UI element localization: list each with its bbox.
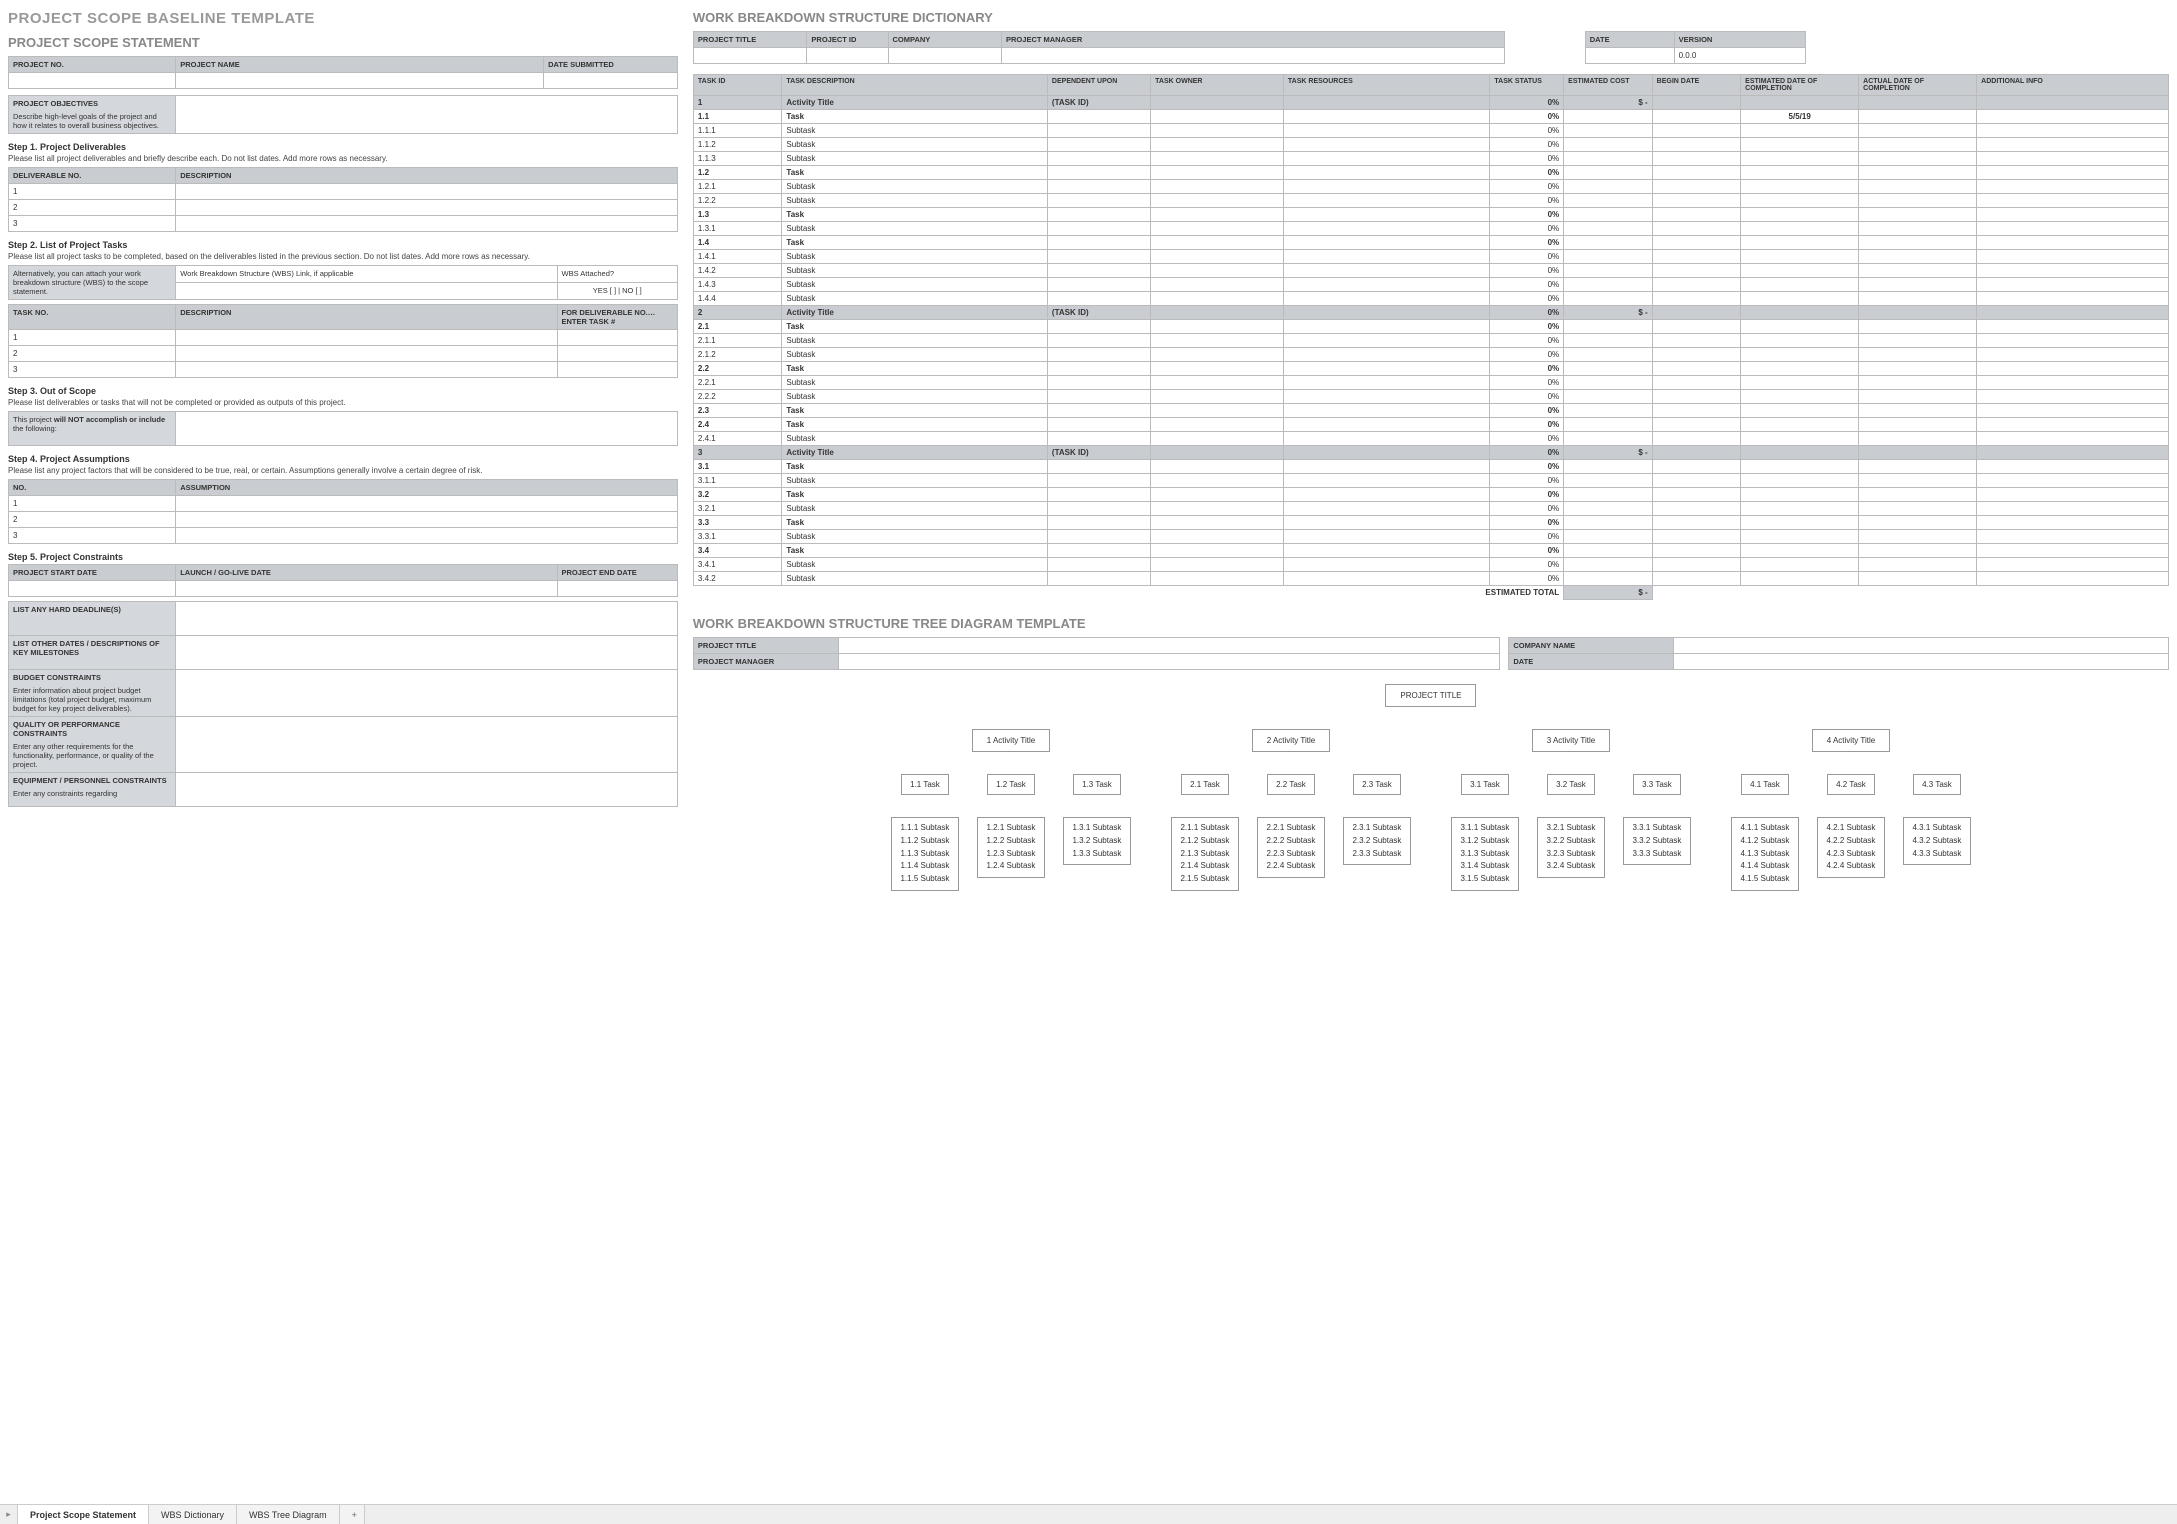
objectives-table: PROJECT OBJECTIVES Describe high-level g… — [8, 95, 678, 134]
dict-title: WORK BREAKDOWN STRUCTURE DICTIONARY — [693, 10, 2169, 25]
constraints-table: LIST ANY HARD DEADLINE(S) LIST OTHER DAT… — [8, 601, 678, 807]
tab-scope[interactable]: Project Scope Statement — [18, 1505, 149, 1524]
tasks-table: TASK NO.DESCRIPTIONFOR DELIVERABLE NO.… … — [8, 304, 678, 378]
add-tab-button[interactable]: + — [340, 1505, 365, 1524]
tree-header-right: COMPANY NAME DATE — [1508, 637, 2169, 670]
deliverables-table: DELIVERABLE NO.DESCRIPTION 1 2 3 — [8, 167, 678, 232]
wbs-link-table: Alternatively, you can attach your work … — [8, 265, 678, 300]
out-of-scope-table: This project will NOT accomplish or incl… — [8, 411, 678, 446]
objectives-label: PROJECT OBJECTIVES — [13, 99, 171, 108]
main-title: PROJECT SCOPE BASELINE TEMPLATE — [8, 10, 678, 27]
step2-hint: Please list all project tasks to be comp… — [8, 252, 678, 261]
scope-title: PROJECT SCOPE STATEMENT — [8, 35, 678, 50]
step3-title: Step 3. Out of Scope — [8, 386, 678, 396]
step3-hint: Please list deliverables or tasks that w… — [8, 398, 678, 407]
col-datesubmitted: DATE SUBMITTED — [544, 57, 678, 73]
objectives-hint: Describe high-level goals of the project… — [13, 112, 171, 130]
step5-title: Step 5. Project Constraints — [8, 552, 678, 562]
sheet-tabs: ▸ Project Scope Statement WBS Dictionary… — [0, 1504, 2177, 1524]
step2-title: Step 2. List of Project Tasks — [8, 240, 678, 250]
step4-hint: Please list any project factors that wil… — [8, 466, 678, 475]
tree-title: WORK BREAKDOWN STRUCTURE TREE DIAGRAM TE… — [693, 616, 2169, 631]
step1-hint: Please list all project deliverables and… — [8, 154, 678, 163]
tab-nav-prev-icon[interactable]: ▸ — [0, 1505, 18, 1524]
assumptions-table: NO.ASSUMPTION 1 2 3 — [8, 479, 678, 544]
scope-header-table: PROJECT NO. PROJECT NAME DATE SUBMITTED — [8, 56, 678, 89]
constraints-dates-table: PROJECT START DATELAUNCH / GO-LIVE DATEP… — [8, 564, 678, 597]
tree-diagram: PROJECT TITLE1 Activity Title1.1 Task1.1… — [693, 670, 2169, 891]
tab-tree[interactable]: WBS Tree Diagram — [237, 1505, 340, 1524]
dict-table: TASK IDTASK DESCRIPTIONDEPENDENT UPONTAS… — [693, 74, 2169, 600]
tab-dict[interactable]: WBS Dictionary — [149, 1505, 237, 1524]
step4-title: Step 4. Project Assumptions — [8, 454, 678, 464]
dict-header-right: DATEVERSION 0.0.0 — [1585, 31, 1806, 64]
dict-header-left: PROJECT TITLE PROJECT ID COMPANY PROJECT… — [693, 31, 1505, 64]
col-projectname: PROJECT NAME — [176, 57, 544, 73]
col-projectno: PROJECT NO. — [9, 57, 176, 73]
step1-title: Step 1. Project Deliverables — [8, 142, 678, 152]
tree-header-left: PROJECT TITLE PROJECT MANAGER — [693, 637, 1500, 670]
